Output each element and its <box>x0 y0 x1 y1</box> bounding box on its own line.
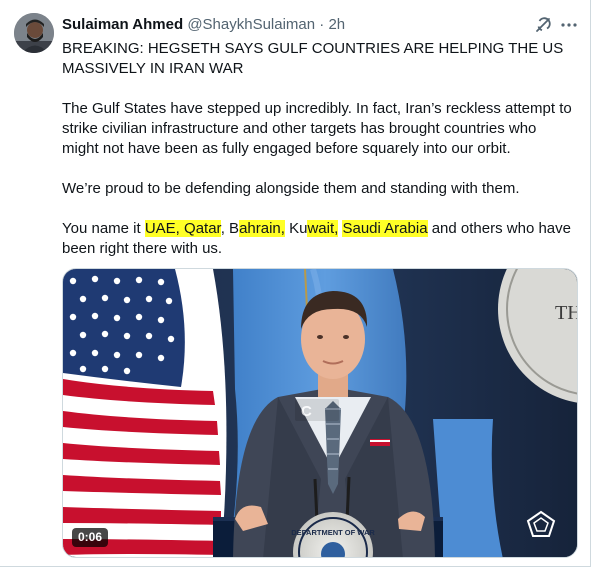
author-handle[interactable]: @ShaykhSulaiman <box>187 16 315 33</box>
highlight-kuwait: wait, <box>307 220 339 237</box>
video-timestamp: 0:06 <box>72 528 109 547</box>
american-flag <box>63 269 227 557</box>
seal-text: DEPARTMENT OF WAR <box>291 528 375 537</box>
video-frame: TH <box>63 269 578 557</box>
author-name[interactable]: Sulaiman Ahmed <box>62 16 183 33</box>
tweet-header: Sulaiman Ahmed @ShaykhSulaiman · 2h <box>62 15 345 34</box>
tweet-paragraph-3: You name it UAE, Qatar, Bahrain, Kuwait,… <box>62 219 577 259</box>
text-segment: , B <box>220 220 240 237</box>
tweet-text: BREAKING: HEGSETH SAYS GULF COUNTRIES AR… <box>62 39 577 279</box>
tweet-paragraph-1: The Gulf States have stepped up incredib… <box>62 100 572 157</box>
avatar-image <box>14 13 54 53</box>
text-segment: You name it <box>62 220 145 237</box>
tweet-paragraph-2: We’re proud to be defending alongside th… <box>62 180 520 197</box>
headline-line-2: MASSIVELY IN IRAN WAR <box>62 60 244 77</box>
text-segment: Ku <box>284 220 308 237</box>
highlight-saudi-arabia: Saudi Arabia <box>342 220 428 237</box>
grok-icon[interactable] <box>533 15 553 35</box>
video-player[interactable]: TH <box>62 268 578 558</box>
tweet-headline: BREAKING: HEGSETH SAYS GULF COUNTRIES AR… <box>62 39 577 79</box>
headline-line-1: BREAKING: HEGSETH SAYS GULF COUNTRIES AR… <box>62 40 564 57</box>
highlight-uae-qatar: UAE, Qatar <box>144 220 221 237</box>
video-watermark: C <box>295 399 339 421</box>
avatar[interactable] <box>14 13 54 53</box>
highlight-bahrain: ahrain, <box>239 220 285 237</box>
watermark-text: C <box>301 403 312 420</box>
backdrop-text: TH <box>555 302 578 324</box>
tweet-time[interactable]: 2h <box>328 16 345 33</box>
separator-dot: · <box>319 16 325 33</box>
more-options-icon[interactable] <box>559 15 579 35</box>
